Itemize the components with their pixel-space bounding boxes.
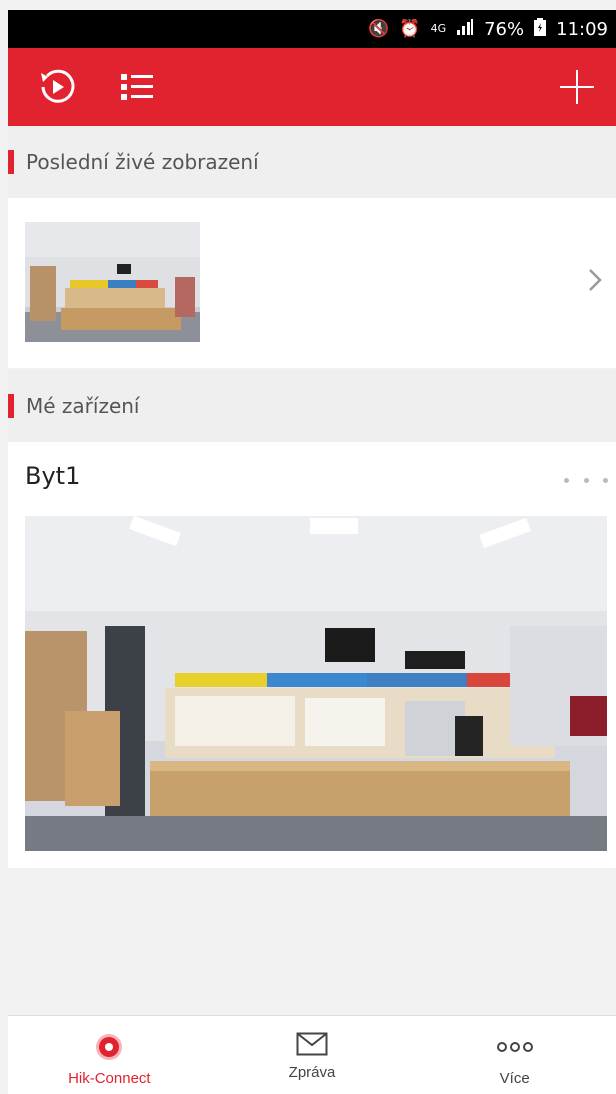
dot <box>564 477 569 483</box>
alarm-icon: ⏰ <box>399 19 421 39</box>
clock: 11:09 <box>556 18 608 40</box>
my-devices-section-header: Mé zařízení <box>8 370 616 442</box>
list-icon <box>121 74 153 100</box>
plus-icon <box>560 70 594 104</box>
battery-percent: 76% <box>484 18 525 40</box>
envelope-icon <box>296 1032 328 1056</box>
app-toolbar <box>8 48 616 126</box>
recent-live-thumbnail[interactable] <box>25 222 200 342</box>
nav-label: Více <box>499 1070 530 1087</box>
battery-icon <box>534 17 547 41</box>
more-icon <box>496 1042 533 1052</box>
nav-messages[interactable]: Zpráva <box>211 1016 414 1094</box>
playback-button[interactable] <box>34 64 80 110</box>
signal-icon <box>456 18 474 40</box>
device-card: Byt1 <box>8 442 616 868</box>
nav-hik-connect[interactable]: Hik-Connect <box>8 1016 211 1094</box>
section-accent-bar <box>8 394 14 418</box>
chevron-right-icon <box>588 268 602 296</box>
device-list-button[interactable] <box>114 64 160 110</box>
nav-label: Hik-Connect <box>68 1070 151 1087</box>
hik-connect-icon <box>96 1034 123 1060</box>
mute-icon: 🔇 <box>368 19 390 39</box>
recent-live-section-header: Poslední živé zobrazení <box>8 126 616 198</box>
device-more-button[interactable] <box>564 468 608 492</box>
recent-live-title: Poslední živé zobrazení <box>26 150 259 174</box>
nav-label: Zpráva <box>288 1064 336 1081</box>
add-device-button[interactable] <box>554 64 600 110</box>
section-accent-bar <box>8 150 14 174</box>
dot <box>603 477 608 483</box>
device-name: Byt1 <box>25 462 81 490</box>
playback-history-icon <box>41 69 75 103</box>
nav-more[interactable]: Více <box>413 1016 616 1094</box>
bottom-navigation: Hik-Connect Zpráva Více <box>8 1015 616 1094</box>
status-bar: 🔇 ⏰ 4G 76% 11:09 <box>8 10 616 48</box>
network-type: 4G <box>430 22 447 35</box>
dot <box>583 477 589 483</box>
device-live-preview[interactable] <box>25 516 607 851</box>
recent-live-row[interactable] <box>8 198 616 368</box>
my-devices-title: Mé zařízení <box>26 394 140 418</box>
